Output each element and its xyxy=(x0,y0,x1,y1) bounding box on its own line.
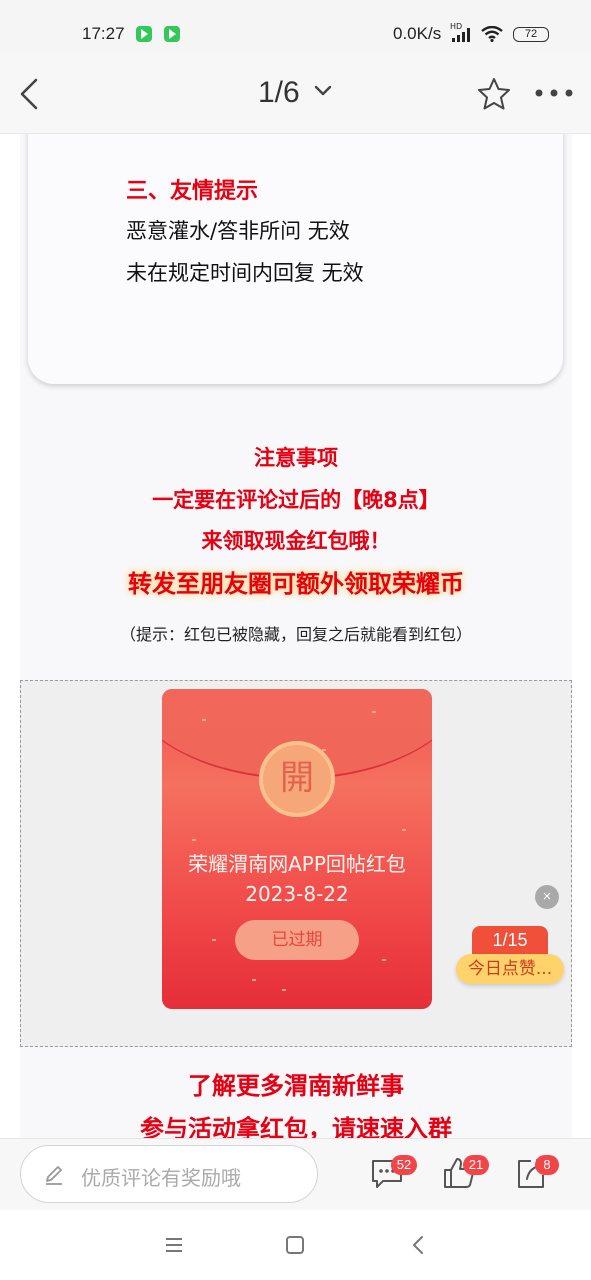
like-progress: 1/15 xyxy=(472,926,548,954)
comment-input[interactable]: 优质评论有奖励哦 xyxy=(20,1145,318,1203)
notice-hint: （提示：红包已被隐藏，回复之后就能看到红包） xyxy=(119,625,472,644)
red-packet-area: 開 荣耀渭南网APP回帖红包2023-8-22 已过期 xyxy=(20,680,572,1047)
decor-dot xyxy=(372,711,376,713)
comment-bar: 优质评论有奖励哦 52 21 8 xyxy=(0,1138,591,1210)
open-seal-button[interactable]: 開 xyxy=(259,741,335,817)
status-time: 17:27 xyxy=(82,24,125,43)
decor-dot xyxy=(202,719,206,721)
pen-icon xyxy=(46,1166,62,1185)
home-square-icon[interactable] xyxy=(284,1234,306,1256)
system-navigation-bar xyxy=(0,1210,591,1280)
notice-title: 注意事项 xyxy=(254,446,338,470)
top-navigation-bar: 1/6 xyxy=(0,54,591,134)
network-speed: 0.0K/s xyxy=(393,24,442,43)
video-app-icon xyxy=(164,26,180,42)
decor-dot xyxy=(382,959,386,961)
article-content: 三、友情提示 恶意灌水/答非所问 无效 未在规定时间内回复 无效 注意事项 一定… xyxy=(0,134,591,1138)
chevron-down-icon[interactable] xyxy=(313,84,333,98)
menu-icon[interactable] xyxy=(163,1234,185,1256)
tips-title: 三、友情提示 xyxy=(126,179,259,204)
decor-dot xyxy=(252,979,256,981)
tips-line: 恶意灌水/答非所问 无效 xyxy=(126,219,350,243)
star-icon[interactable] xyxy=(476,76,512,112)
expired-button[interactable]: 已过期 xyxy=(235,920,359,960)
promo-line: 了解更多渭南新鲜事 xyxy=(188,1072,404,1100)
shares-count-badge: 8 xyxy=(535,1155,559,1175)
back-icon[interactable] xyxy=(408,1234,430,1256)
battery-indicator: 72 xyxy=(513,27,549,42)
red-packet-title: 荣耀渭南网APP回帖红包2023-8-22 xyxy=(188,852,406,906)
promo-line: 参与活动拿红包，请速速入群 xyxy=(140,1115,452,1138)
daily-like-label: 今日点赞... xyxy=(456,954,564,984)
notice-line: 来领取现金红包哦！ xyxy=(201,529,391,553)
likes-count-badge: 21 xyxy=(463,1155,489,1175)
red-packet[interactable]: 開 荣耀渭南网APP回帖红包2023-8-22 已过期 xyxy=(162,689,432,1009)
comments-count-badge: 52 xyxy=(391,1155,417,1175)
tips-card: 三、友情提示 恶意灌水/答非所问 无效 未在规定时间内回复 无效 xyxy=(28,134,563,384)
notice-line: 一定要在评论过后的【晚8点】 xyxy=(152,488,440,512)
decor-dot xyxy=(402,829,406,831)
decor-dot xyxy=(192,839,196,841)
back-arrow-icon[interactable] xyxy=(16,76,44,112)
app-screen: 17:27 0.0K/s HD 72 1/6 三、友情提示 恶意灌水/答非所问 … xyxy=(0,0,591,1280)
video-app-icon xyxy=(136,26,152,42)
more-icon[interactable] xyxy=(534,88,574,98)
status-bar: 17:27 0.0K/s HD 72 xyxy=(0,0,591,54)
page-indicator[interactable]: 1/6 xyxy=(258,76,300,110)
notice-highlight: 转发至朋友圈可额外领取荣耀币 xyxy=(128,570,464,598)
decor-dot xyxy=(282,989,286,991)
tips-line: 未在规定时间内回复 无效 xyxy=(126,261,364,285)
close-icon[interactable]: × xyxy=(535,885,559,909)
signal-icon xyxy=(452,28,470,42)
wifi-icon xyxy=(481,26,503,42)
daily-like-badge[interactable]: 1/15 今日点赞... xyxy=(456,924,564,988)
decor-dot xyxy=(212,939,216,941)
comment-placeholder: 优质评论有奖励哦 xyxy=(81,1166,241,1190)
